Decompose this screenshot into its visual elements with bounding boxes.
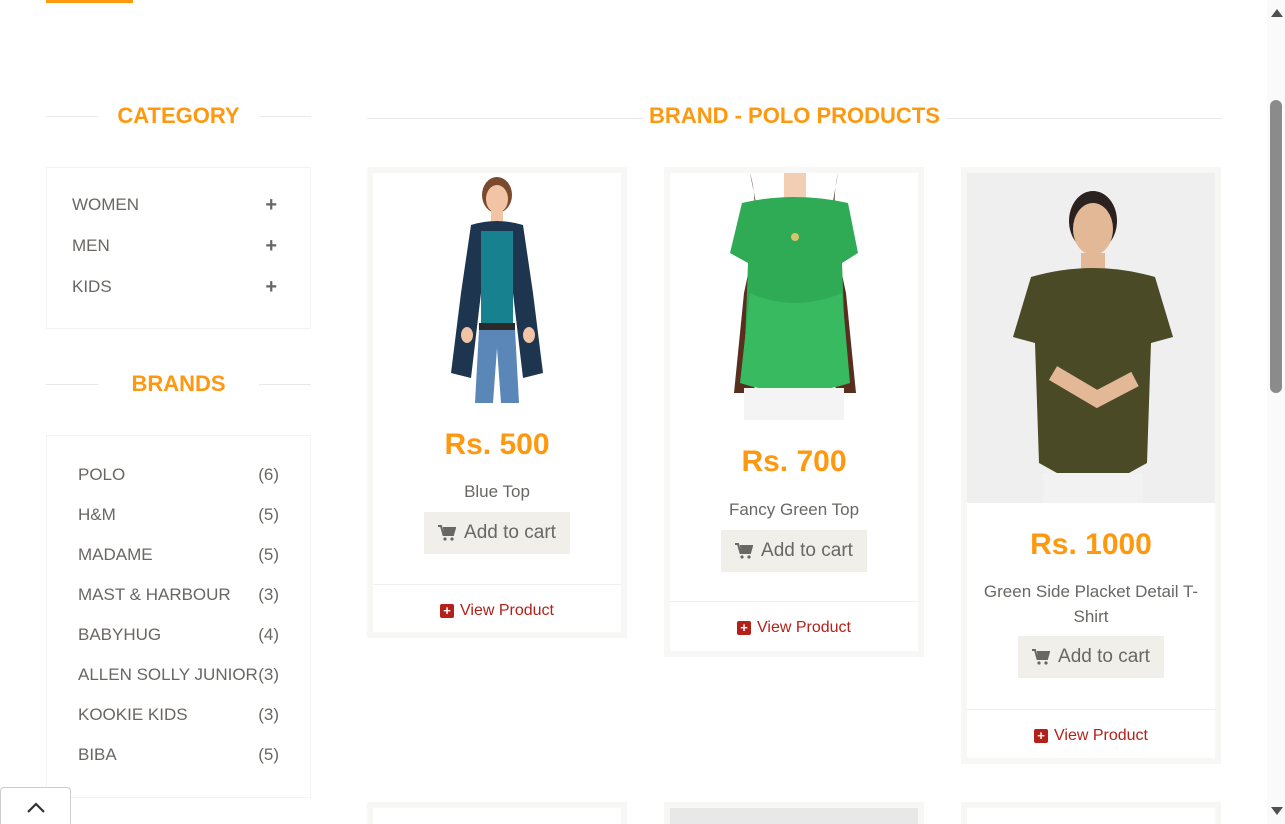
- brand-name[interactable]: BIBA: [78, 745, 117, 764]
- product-price: Rs. 500: [444, 428, 550, 461]
- brand-count: (3): [258, 705, 279, 724]
- plus-icon[interactable]: +: [265, 276, 277, 299]
- top-accent-bar: [46, 0, 133, 3]
- product-card: Rs. 500 Blue Top Add to cart + View Prod…: [367, 167, 627, 638]
- shopping-cart-icon: [735, 543, 754, 559]
- brand-count: (6): [258, 465, 279, 484]
- plus-square-icon: +: [1034, 728, 1048, 743]
- view-product-link[interactable]: + View Product: [967, 709, 1215, 761]
- brand-name[interactable]: H&M: [78, 505, 116, 524]
- brand-count: (4): [258, 625, 279, 644]
- scrollbar-thumb[interactable]: [1270, 100, 1282, 393]
- product-image[interactable]: [670, 173, 918, 420]
- category-item-kids[interactable]: KIDS +: [72, 276, 277, 299]
- brand-count: (3): [258, 665, 279, 684]
- product-image[interactable]: [373, 173, 621, 403]
- plus-square-icon: +: [440, 603, 454, 618]
- product-card: Rs. 700 Fancy Green Top Add to cart + Vi…: [664, 167, 924, 657]
- product-price: Rs. 1000: [1030, 528, 1152, 561]
- brands-panel: POLO (6) H&M (5) MADAME (5) MAST & HARBO…: [46, 435, 311, 798]
- view-product-link[interactable]: + View Product: [670, 601, 918, 653]
- brand-item-babyhug[interactable]: BABYHUG (4): [78, 625, 279, 645]
- add-to-cart-button[interactable]: Add to cart: [721, 530, 867, 572]
- category-label: MEN: [72, 236, 110, 255]
- add-to-cart-label: Add to cart: [761, 540, 853, 561]
- brand-item-allen-solly-junior[interactable]: ALLEN SOLLY JUNIOR (3): [78, 665, 279, 685]
- category-label: WOMEN: [72, 195, 140, 214]
- product-card: [664, 802, 924, 824]
- brand-name[interactable]: MADAME: [78, 545, 153, 564]
- brand-name[interactable]: BABYHUG: [78, 625, 161, 644]
- category-item-men[interactable]: MEN +: [72, 235, 277, 258]
- brands-heading: BRANDS: [46, 371, 311, 397]
- brand-name[interactable]: KOOKIE KIDS: [78, 705, 188, 724]
- add-to-cart-button[interactable]: Add to cart: [1018, 636, 1164, 678]
- product-price: Rs. 700: [741, 445, 847, 478]
- scroll-down-arrow-icon[interactable]: [1271, 807, 1283, 815]
- chevron-up-icon: [26, 801, 45, 813]
- brand-count: (5): [258, 745, 279, 764]
- brand-item-hm[interactable]: H&M (5): [78, 505, 279, 525]
- plus-icon[interactable]: +: [265, 194, 277, 217]
- brand-item-mast-harbour[interactable]: MAST & HARBOUR (3): [78, 585, 279, 605]
- plus-icon[interactable]: +: [265, 235, 277, 258]
- shopping-cart-icon: [438, 525, 457, 541]
- products-heading: BRAND - POLO PRODUCTS: [367, 103, 1222, 133]
- scroll-up-arrow-icon[interactable]: [1271, 9, 1283, 17]
- page-title: BRAND - POLO PRODUCTS: [643, 103, 946, 128]
- add-to-cart-button[interactable]: Add to cart: [424, 512, 570, 554]
- category-label: KIDS: [72, 277, 112, 296]
- brand-name[interactable]: POLO: [78, 465, 125, 484]
- add-to-cart-label: Add to cart: [464, 522, 556, 543]
- brand-item-madame[interactable]: MADAME (5): [78, 545, 279, 565]
- category-heading: CATEGORY: [46, 103, 311, 129]
- page-scrollbar[interactable]: [1267, 0, 1285, 824]
- product-image[interactable]: [967, 173, 1215, 503]
- plus-square-icon: +: [737, 620, 751, 635]
- scroll-to-top-button[interactable]: [0, 787, 71, 824]
- view-product-link[interactable]: + View Product: [373, 584, 621, 636]
- category-panel: WOMEN + MEN + KIDS +: [46, 167, 311, 329]
- view-product-label: View Product: [1054, 726, 1148, 744]
- product-card: [961, 802, 1221, 824]
- product-card: [367, 802, 627, 824]
- product-card: Rs. 1000 Green Side Placket Detail T-Shi…: [961, 167, 1221, 764]
- product-name: Green Side Placket Detail T-Shirt: [983, 582, 1199, 626]
- product-name: Blue Top: [464, 482, 530, 501]
- category-item-women[interactable]: WOMEN +: [72, 194, 277, 217]
- view-product-label: View Product: [460, 601, 554, 619]
- brand-item-polo[interactable]: POLO (6): [78, 465, 279, 485]
- add-to-cart-label: Add to cart: [1058, 646, 1150, 667]
- view-product-label: View Product: [757, 618, 851, 636]
- brand-count: (3): [258, 585, 279, 604]
- brand-name[interactable]: ALLEN SOLLY JUNIOR: [78, 665, 258, 684]
- product-name: Fancy Green Top: [728, 500, 860, 519]
- shopping-cart-icon: [1032, 649, 1051, 665]
- brand-count: (5): [258, 505, 279, 524]
- brand-item-biba[interactable]: BIBA (5): [78, 745, 279, 765]
- brand-name[interactable]: MAST & HARBOUR: [78, 585, 231, 604]
- brand-count: (5): [258, 545, 279, 564]
- brand-item-kookie-kids[interactable]: KOOKIE KIDS (3): [78, 705, 279, 725]
